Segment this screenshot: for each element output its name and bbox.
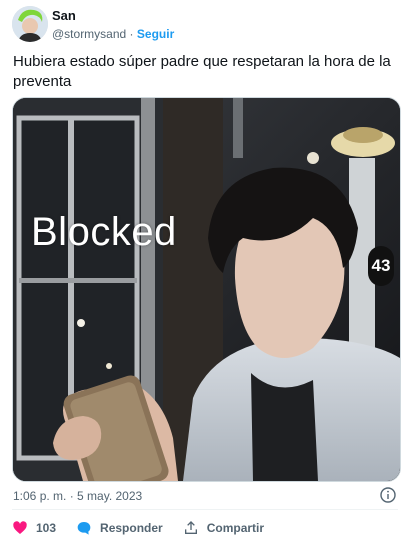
reply-button[interactable]: Responder xyxy=(76,520,163,536)
tweet-media-image[interactable]: Blocked 43 xyxy=(12,97,401,482)
reply-bubble-icon xyxy=(77,522,91,535)
tweet-card: San @stormysand · Seguir Hubiera estado … xyxy=(0,0,410,547)
tweet-text: Hubiera estado súper padre que respetara… xyxy=(13,53,391,90)
info-icon[interactable] xyxy=(380,487,396,503)
author-block: San @stormysand · Seguir xyxy=(52,8,174,42)
divider xyxy=(12,509,398,510)
media-sign-number: 43 xyxy=(368,246,394,286)
share-button[interactable]: Compartir xyxy=(183,520,264,536)
author-handle[interactable]: @stormysand xyxy=(52,27,126,41)
separator-dot: · xyxy=(129,27,134,41)
tweet-timestamp[interactable]: 1:06 p. m. · 5 may. 2023 xyxy=(13,489,142,503)
author-display-name[interactable]: San xyxy=(52,8,174,24)
like-button[interactable]: 103 xyxy=(12,520,56,536)
reply-label: Responder xyxy=(100,521,163,535)
media-overlay-text: Blocked xyxy=(31,210,177,254)
follow-button[interactable]: Seguir xyxy=(137,27,174,41)
share-icon xyxy=(184,521,197,534)
tweet-actions: 103 Responder Compartir xyxy=(12,518,284,538)
share-label: Compartir xyxy=(206,521,265,535)
author-handle-row: @stormysand · Seguir xyxy=(52,26,174,42)
avatar[interactable] xyxy=(12,6,48,42)
like-count: 103 xyxy=(36,521,57,535)
heart-icon xyxy=(13,521,27,534)
